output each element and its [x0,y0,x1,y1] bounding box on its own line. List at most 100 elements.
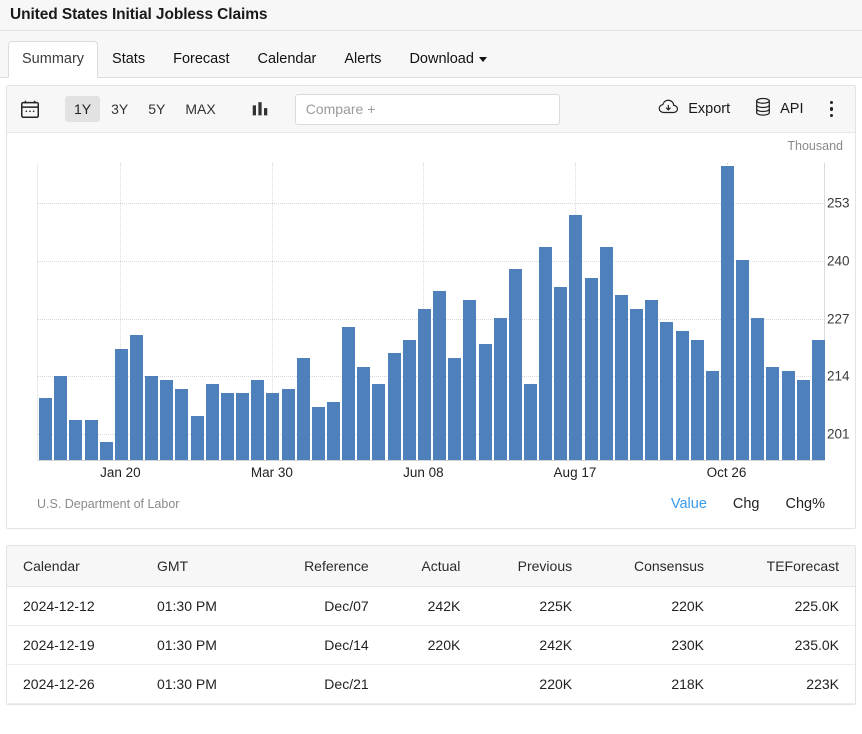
chart-bar[interactable] [312,407,325,460]
x-axis-tick-label: Aug 17 [554,465,597,480]
chart-bar[interactable] [433,291,446,460]
toolbar-actions: Export API [646,91,845,127]
chart-bar[interactable] [191,416,204,460]
chart-bar[interactable] [251,380,264,460]
table-cell: 2024-12-12 [7,587,141,626]
chart-bar[interactable] [812,340,825,460]
chart-bar[interactable] [206,384,219,460]
chart-bar[interactable] [175,389,188,460]
table-row[interactable]: 2024-12-1201:30 PMDec/07242K225K220K225.… [7,587,855,626]
chart-bar[interactable] [463,300,476,460]
y-axis-tick-label: 214 [827,369,850,384]
chart-bar[interactable] [388,353,401,460]
chart-bar[interactable] [600,247,613,460]
chart-bar[interactable] [100,442,113,460]
chart-source: U.S. Department of Labor [37,497,179,511]
chart-bar[interactable] [479,344,492,460]
chart-bar[interactable] [569,215,582,460]
bar-chart-icon[interactable] [247,97,273,121]
chart-area: Thousand 201214227240253 Jan 20Mar 30Jun… [7,133,855,528]
range-button-max[interactable]: MAX [176,96,224,122]
chart-bar[interactable] [54,376,67,461]
chart-bar[interactable] [327,402,340,460]
table-row[interactable]: 2024-12-2601:30 PMDec/21220K218K223K [7,665,855,704]
api-button[interactable]: API [742,91,815,127]
chart-bar[interactable] [418,309,431,460]
chart-bar[interactable] [357,367,370,460]
table-header-cell[interactable]: Previous [476,546,588,587]
tab-summary[interactable]: Summary [8,41,98,78]
tab-alerts[interactable]: Alerts [330,41,395,78]
chart-bar[interactable] [615,295,628,460]
table-header-cell[interactable]: GMT [141,546,260,587]
chart-bar[interactable] [766,367,779,460]
chart-bar[interactable] [554,287,567,460]
compare-input[interactable] [295,94,560,125]
tab-calendar[interactable]: Calendar [244,41,331,78]
chart-bar[interactable] [130,335,143,460]
chart-bar[interactable] [236,393,249,460]
chart-bar[interactable] [297,358,310,460]
chart-unit-label: Thousand [787,139,843,153]
table-header-cell[interactable]: Actual [385,546,477,587]
table-cell: 2024-12-26 [7,665,141,704]
chart-bar[interactable] [69,420,82,460]
range-button-1y[interactable]: 1Y [65,96,100,122]
y-axis-tick-label: 227 [827,311,850,326]
chart-bar[interactable] [448,358,461,460]
chart-bar[interactable] [660,322,673,460]
tab-forecast[interactable]: Forecast [159,41,243,78]
chart-bar[interactable] [85,420,98,460]
chart-bar[interactable] [115,349,128,460]
chart-bar[interactable] [509,269,522,460]
table-cell: 220K [385,626,477,665]
chart-bar[interactable] [539,247,552,460]
table-cell: 225.0K [720,587,855,626]
chart-bar[interactable] [145,376,158,461]
x-axis-tick-label: Jan 20 [100,465,141,480]
chart-bar[interactable] [266,393,279,460]
chart-bar[interactable] [630,309,643,460]
chart-bar[interactable] [39,398,52,460]
chart-bar[interactable] [691,340,704,460]
chevron-down-icon [479,57,487,62]
calendar-icon[interactable] [17,96,43,122]
chart-bar[interactable] [645,300,658,460]
table-header-cell[interactable]: Reference [260,546,385,587]
chart-bar[interactable] [782,371,795,460]
chart-bar[interactable] [751,318,764,460]
table-cell: 218K [588,665,720,704]
tab-stats[interactable]: Stats [98,41,159,78]
table-cell: 223K [720,665,855,704]
chart-bar[interactable] [706,371,719,460]
chart-bar[interactable] [524,384,537,460]
range-button-3y[interactable]: 3Y [102,96,137,122]
table-row[interactable]: 2024-12-1901:30 PMDec/14220K242K230K235.… [7,626,855,665]
chart-bar[interactable] [282,389,295,460]
chart-bar[interactable] [342,327,355,460]
series-toggle-value[interactable]: Value [671,496,707,512]
cloud-download-icon [658,98,680,120]
chart-bar[interactable] [372,384,385,460]
chart-bar[interactable] [403,340,416,460]
chart-bar[interactable] [797,380,810,460]
table-header-cell[interactable]: TEForecast [720,546,855,587]
page-header: United States Initial Jobless Claims [0,0,862,31]
tab-download[interactable]: Download [395,41,501,78]
chart-bar[interactable] [721,166,734,460]
kebab-menu-icon[interactable] [816,93,846,126]
chart-bar[interactable] [585,278,598,460]
chart-bar[interactable] [494,318,507,460]
export-button[interactable]: Export [646,92,742,126]
tab-label: Alerts [344,51,381,67]
chart-bar[interactable] [736,260,749,460]
table-header-cell[interactable]: Consensus [588,546,720,587]
chart-bar[interactable] [221,393,234,460]
chart-bar[interactable] [676,331,689,460]
table-cell: 01:30 PM [141,626,260,665]
range-button-5y[interactable]: 5Y [139,96,174,122]
chart-bar[interactable] [160,380,173,460]
table-header-cell[interactable]: Calendar [7,546,141,587]
series-toggle-chgpct[interactable]: Chg% [786,496,826,512]
series-toggle-chg[interactable]: Chg [733,496,760,512]
